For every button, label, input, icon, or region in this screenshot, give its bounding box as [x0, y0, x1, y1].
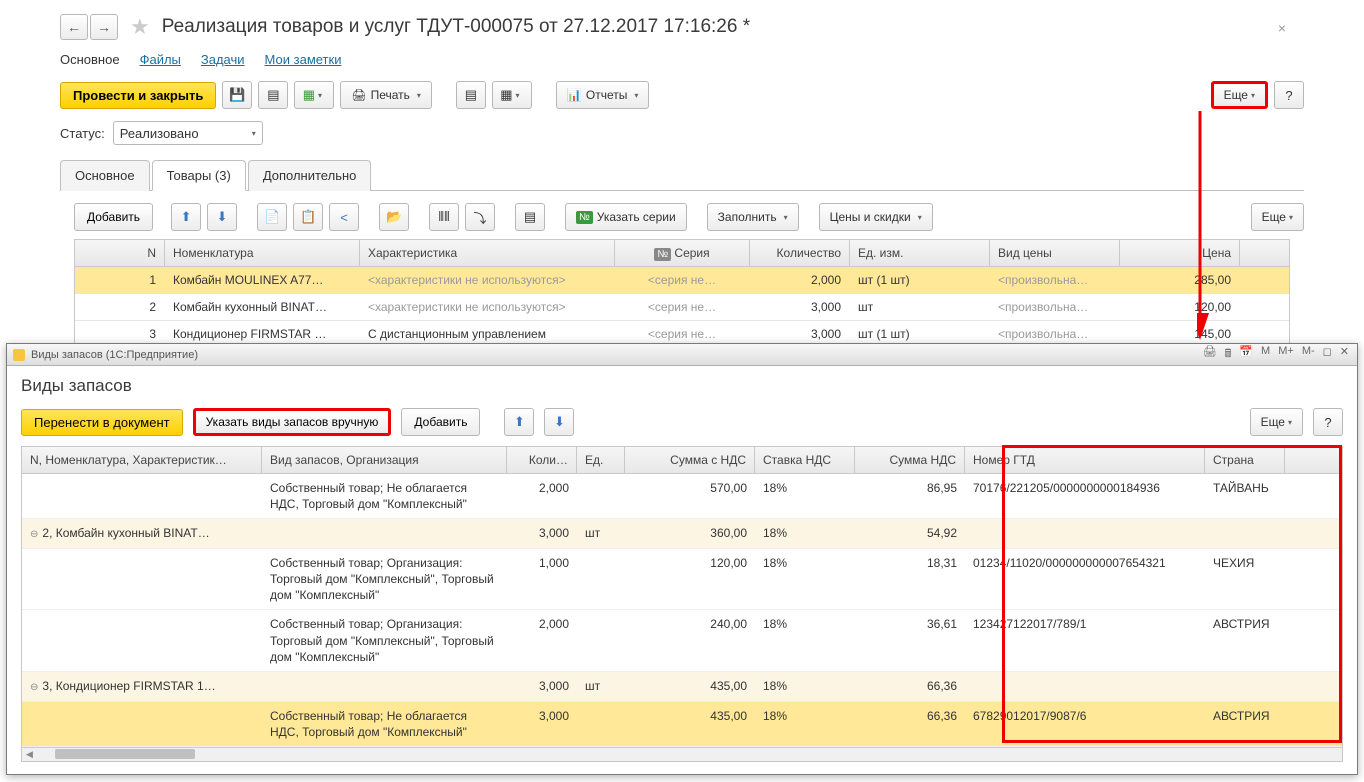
nav-links: Основное Файлы Задачи Мои заметки: [60, 52, 1304, 67]
col-char[interactable]: Характеристика: [360, 240, 615, 266]
pcol-country[interactable]: Страна: [1205, 447, 1285, 473]
pcol-vid[interactable]: Вид запасов, Организация: [262, 447, 507, 473]
popup-help-button[interactable]: ?: [1313, 408, 1343, 436]
calc-icon[interactable]: 🖩: [1223, 345, 1234, 364]
print-icon[interactable]: 🖨: [1201, 345, 1219, 364]
popup-add-button[interactable]: Добавить: [401, 408, 480, 436]
table-group-row[interactable]: ⊖3, Кондиционер FIRMSTAR 1… 3,000 шт 435…: [22, 672, 1342, 702]
pcol-n[interactable]: N, Номенклатура, Характеристик…: [22, 447, 262, 473]
add-button[interactable]: Добавить: [74, 203, 153, 231]
close-popup-icon[interactable]: ✕: [1338, 345, 1351, 364]
doc-icon[interactable]: ▤: [515, 203, 545, 231]
m-minus-icon[interactable]: M-: [1300, 345, 1317, 364]
table-row[interactable]: Собственный товар; Организация: Торговый…: [22, 549, 1342, 611]
share-icon[interactable]: <: [329, 203, 359, 231]
close-icon[interactable]: ×: [1278, 20, 1286, 36]
import-icon[interactable]: ⤵: [465, 203, 495, 231]
nav-notes[interactable]: Мои заметки: [265, 52, 342, 67]
pcol-vat[interactable]: Ставка НДС: [755, 447, 855, 473]
tabs: Основное Товары (3) Дополнительно: [60, 159, 1304, 191]
table-group-row[interactable]: ⊖2, Комбайн кухонный BINAT… 3,000 шт 360…: [22, 519, 1342, 549]
status-select[interactable]: Реализовано▾: [113, 121, 263, 145]
table-row[interactable]: Собственный товар; Не облагается НДС, То…: [22, 702, 1342, 747]
edo-icon[interactable]: ▤: [456, 81, 486, 109]
series-button[interactable]: №Указать серии: [565, 203, 687, 231]
col-um[interactable]: Ед. изм.: [850, 240, 990, 266]
back-button[interactable]: ←: [60, 14, 88, 40]
col-price[interactable]: Цена: [1120, 240, 1240, 266]
title-row: ← → ★ Реализация товаров и услуг ТДУТ-00…: [60, 14, 1304, 40]
pcol-sum[interactable]: Сумма с НДС: [625, 447, 755, 473]
post-close-button[interactable]: Провести и закрыть: [60, 82, 216, 109]
move-down-icon[interactable]: ⬇: [207, 203, 237, 231]
collapse-icon[interactable]: ⊖: [30, 682, 38, 693]
status-row: Статус: Реализовано▾: [60, 121, 1304, 145]
calendar-icon[interactable]: 📅: [1237, 345, 1255, 364]
status-label: Статус:: [60, 126, 105, 141]
popup-grid: N, Номенклатура, Характеристик… Вид запа…: [21, 446, 1343, 762]
transfer-button[interactable]: Перенести в документ: [21, 409, 183, 436]
col-n[interactable]: N: [75, 240, 165, 266]
popup-heading: Виды запасов: [21, 376, 1343, 396]
pcol-ed[interactable]: Ед.: [577, 447, 625, 473]
attach-icon[interactable]: ▦▾: [492, 81, 532, 109]
more-button[interactable]: Еще▾: [1211, 81, 1268, 109]
post-icon[interactable]: ▤: [258, 81, 288, 109]
fill-button[interactable]: Заполнить▾: [707, 203, 799, 231]
restore-icon[interactable]: ◻: [1321, 345, 1334, 364]
goods-more-button[interactable]: Еще▾: [1251, 203, 1304, 231]
forward-button[interactable]: →: [90, 14, 118, 40]
m-icon[interactable]: M: [1259, 345, 1272, 364]
table-row[interactable]: Собственный товар; Не облагается НДС, То…: [22, 474, 1342, 519]
col-nom[interactable]: Номенклатура: [165, 240, 360, 266]
col-ser[interactable]: № Серия: [615, 240, 750, 266]
goods-grid: N Номенклатура Характеристика № Серия Ко…: [74, 239, 1290, 349]
app-1c-icon: [13, 349, 25, 361]
main-toolbar: Провести и закрыть 💾 ▤ ▦▾ 🖨Печать▾ ▤ ▦▾ …: [60, 81, 1304, 109]
popup-more-button[interactable]: Еще▾: [1250, 408, 1303, 436]
print-button[interactable]: 🖨Печать▾: [340, 81, 432, 109]
main-window: ← → ★ Реализация товаров и услуг ТДУТ-00…: [0, 0, 1364, 349]
collapse-icon[interactable]: ⊖: [30, 529, 38, 540]
tab-goods[interactable]: Товары (3): [152, 160, 246, 191]
barcode-icon[interactable]: ⦀⦀: [429, 203, 459, 231]
popup-grid-header: N, Номенклатура, Характеристик… Вид запа…: [22, 447, 1342, 474]
table-row[interactable]: 1 Комбайн MOULINEX A77… <характеристики …: [75, 267, 1289, 294]
nav-main[interactable]: Основное: [60, 52, 120, 67]
reports-button[interactable]: 📊Отчеты▾: [556, 81, 649, 109]
copy-icon[interactable]: 📄: [257, 203, 287, 231]
popup-titlebar[interactable]: Виды запасов (1С:Предприятие) 🖨 🖩 📅 M M+…: [7, 344, 1357, 366]
paste-icon[interactable]: 📋: [293, 203, 323, 231]
page-title: Реализация товаров и услуг ТДУТ-000075 о…: [162, 16, 750, 38]
popup-window: Виды запасов (1С:Предприятие) 🖨 🖩 📅 M M+…: [6, 343, 1358, 775]
horizontal-scrollbar[interactable]: ◀: [22, 747, 1342, 761]
create-based-icon[interactable]: ▦▾: [294, 81, 334, 109]
popup-up-icon[interactable]: ⬆: [504, 408, 534, 436]
m-plus-icon[interactable]: M+: [1276, 345, 1296, 364]
tab-main[interactable]: Основное: [60, 160, 150, 191]
nav-files[interactable]: Файлы: [140, 52, 181, 67]
folder-icon[interactable]: 📂: [379, 203, 409, 231]
tab-extra[interactable]: Дополнительно: [248, 160, 372, 191]
popup-toolbar: Перенести в документ Указать виды запасо…: [21, 408, 1343, 436]
table-row[interactable]: 2 Комбайн кухонный BINAT… <характеристик…: [75, 294, 1289, 321]
goods-toolbar: Добавить ⬆ ⬇ 📄 📋 < 📂 ⦀⦀ ⤵ ▤ №Указать сер…: [74, 203, 1304, 231]
table-row[interactable]: Собственный товар; Организация: Торговый…: [22, 610, 1342, 672]
popup-window-title: Виды запасов (1С:Предприятие): [31, 349, 198, 361]
move-up-icon[interactable]: ⬆: [171, 203, 201, 231]
favorite-icon[interactable]: ★: [130, 14, 150, 40]
pcol-qty[interactable]: Коли…: [507, 447, 577, 473]
help-button[interactable]: ?: [1274, 81, 1304, 109]
prices-button[interactable]: Цены и скидки▾: [819, 203, 933, 231]
manual-stock-button[interactable]: Указать виды запасов вручную: [193, 408, 392, 436]
scrollbar-thumb[interactable]: [55, 749, 195, 759]
col-qty[interactable]: Количество: [750, 240, 850, 266]
grid-header: N Номенклатура Характеристика № Серия Ко…: [75, 240, 1289, 267]
popup-down-icon[interactable]: ⬇: [544, 408, 574, 436]
save-icon[interactable]: 💾: [222, 81, 252, 109]
pcol-vatsum[interactable]: Сумма НДС: [855, 447, 965, 473]
nav-tasks[interactable]: Задачи: [201, 52, 245, 67]
pcol-gtd[interactable]: Номер ГТД: [965, 447, 1205, 473]
col-ptype[interactable]: Вид цены: [990, 240, 1120, 266]
